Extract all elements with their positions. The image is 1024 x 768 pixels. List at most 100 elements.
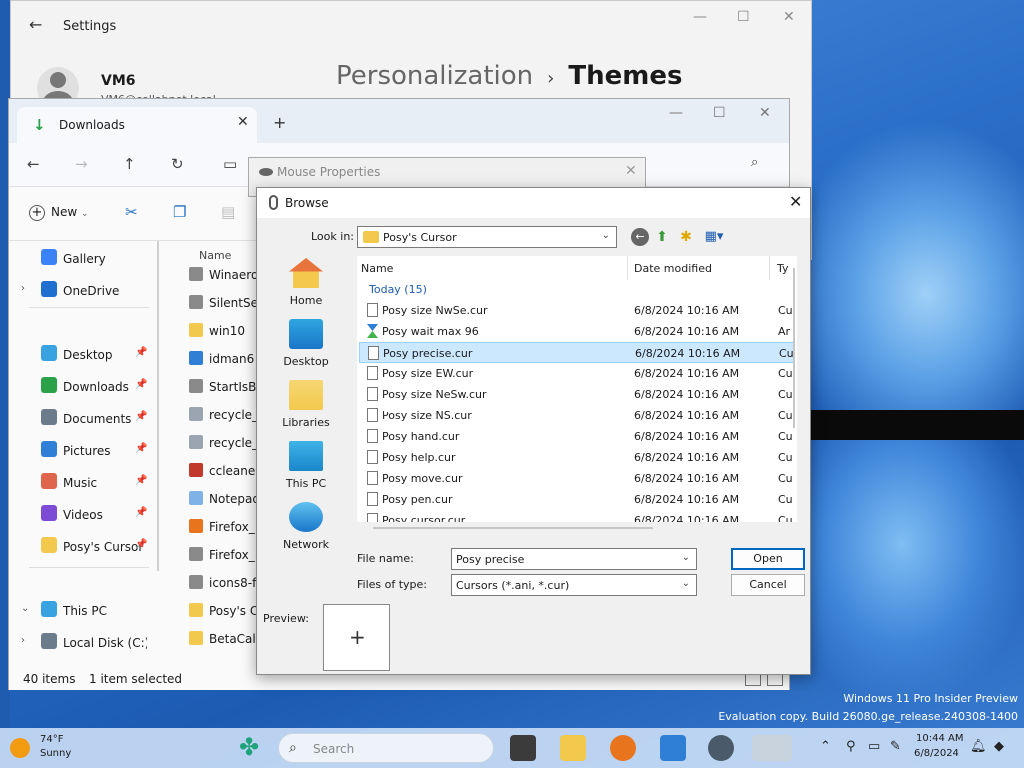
notification-bell-icon[interactable]: 🔔︎ bbox=[970, 739, 987, 754]
place-network[interactable]: Network bbox=[265, 500, 347, 560]
clock-time[interactable]: 10:44 AM bbox=[916, 733, 963, 744]
weather-temperature[interactable]: 74°F bbox=[40, 734, 63, 745]
new-button[interactable]: + New ⌄ bbox=[29, 205, 89, 221]
file-row[interactable]: Posy size EW.cur 6/8/2024 10:16 AM Cu bbox=[359, 363, 795, 384]
back-arrow-icon[interactable]: ← bbox=[631, 228, 649, 246]
up-folder-icon[interactable]: ⬆ bbox=[653, 228, 671, 246]
up-icon[interactable]: ↑ bbox=[123, 155, 136, 173]
copilot-icon[interactable]: ◆ bbox=[994, 739, 1004, 754]
file-row[interactable]: Posy size NwSe.cur 6/8/2024 10:16 AM Cu bbox=[359, 300, 795, 321]
horizontal-scrollbar[interactable] bbox=[373, 527, 653, 529]
paint-icon[interactable] bbox=[660, 735, 686, 761]
new-folder-icon[interactable]: ✱ bbox=[677, 228, 695, 246]
file-row[interactable]: Posy help.cur 6/8/2024 10:16 AM Cu bbox=[359, 447, 795, 468]
chevron-icon[interactable]: ⌄ bbox=[21, 603, 29, 614]
browse-dialog: Browse ✕ Look in: Posy's Cursor ⌄ ← ⬆ ✱ … bbox=[256, 187, 811, 675]
group-header[interactable]: Today (15) bbox=[369, 283, 427, 296]
sidebar-item[interactable]: Posy's Cursor 📌 bbox=[9, 533, 164, 561]
display-icon[interactable]: ▭ bbox=[868, 739, 880, 754]
minimize-icon[interactable]: — bbox=[693, 9, 707, 25]
refresh-icon[interactable]: ↻ bbox=[171, 155, 184, 173]
monitor-icon[interactable]: ▭ bbox=[223, 155, 237, 173]
new-tab-icon[interactable]: + bbox=[273, 113, 286, 132]
open-button[interactable]: Open bbox=[731, 548, 805, 570]
files-of-type-select[interactable]: Cursors (*.ani, *.cur) ⌄ bbox=[451, 574, 697, 596]
sidebar-item[interactable]: › Local Disk (C:) bbox=[9, 629, 164, 657]
place-libraries[interactable]: Libraries bbox=[265, 378, 347, 438]
close-icon[interactable]: ✕ bbox=[789, 192, 802, 211]
chevron-down-icon[interactable]: ⌄ bbox=[682, 552, 690, 563]
mouse-properties-taskbar-icon[interactable] bbox=[752, 735, 792, 761]
search-icon[interactable]: ⌕ bbox=[751, 155, 758, 170]
sidebar-item[interactable]: ⌄ This PC bbox=[9, 597, 164, 625]
weather-condition[interactable]: Sunny bbox=[40, 748, 71, 759]
clock-date[interactable]: 6/8/2024 bbox=[914, 748, 959, 759]
file-row[interactable]: Posy size NeSw.cur 6/8/2024 10:16 AM Cu bbox=[359, 384, 795, 405]
breadcrumb-parent[interactable]: Personalization bbox=[336, 61, 533, 91]
close-tab-icon[interactable]: ✕ bbox=[237, 114, 249, 130]
sidebar-item[interactable]: Downloads 📌 bbox=[9, 373, 164, 401]
date-column-header[interactable]: Date modified bbox=[634, 262, 712, 275]
chevron-icon[interactable]: › bbox=[21, 635, 25, 646]
sidebar-item[interactable]: Desktop 📌 bbox=[9, 341, 164, 369]
name-column-header[interactable]: Name bbox=[199, 249, 231, 262]
minimize-icon[interactable]: — bbox=[669, 105, 683, 121]
file-row[interactable]: Posy move.cur 6/8/2024 10:16 AM Cu bbox=[359, 468, 795, 489]
cut-icon[interactable]: ✂ bbox=[125, 203, 138, 221]
file-explorer-icon[interactable] bbox=[560, 735, 586, 761]
place-home[interactable]: Home bbox=[265, 256, 347, 316]
look-in-dropdown[interactable]: Posy's Cursor ⌄ bbox=[357, 226, 617, 248]
task-view-icon[interactable] bbox=[510, 735, 536, 761]
file-row[interactable]: Posy precise.cur 6/8/2024 10:16 AM Cu bbox=[359, 342, 795, 363]
file-icon bbox=[189, 407, 203, 421]
firefox-icon[interactable] bbox=[610, 735, 636, 761]
cancel-button[interactable]: Cancel bbox=[731, 574, 805, 596]
back-arrow-icon[interactable]: ← bbox=[29, 15, 42, 34]
file-row[interactable]: Posy pen.cur 6/8/2024 10:16 AM Cu bbox=[359, 489, 795, 510]
pen-icon[interactable]: ✎ bbox=[890, 739, 901, 754]
vertical-scrollbar[interactable] bbox=[793, 268, 795, 428]
folder-icon bbox=[41, 281, 57, 297]
maximize-icon[interactable]: ☐ bbox=[737, 9, 750, 25]
sidebar-item[interactable]: Music 📌 bbox=[9, 469, 164, 497]
close-icon[interactable]: ✕ bbox=[783, 9, 795, 25]
close-icon[interactable]: ✕ bbox=[625, 163, 637, 179]
sidebar-item[interactable]: Pictures 📌 bbox=[9, 437, 164, 465]
copy-icon[interactable]: ❐ bbox=[173, 203, 186, 221]
network-icon[interactable]: ⚲ bbox=[846, 739, 856, 754]
tab-downloads[interactable]: ↓ Downloads ✕ bbox=[17, 107, 257, 143]
name-column-header[interactable]: Name bbox=[361, 262, 393, 275]
file-row[interactable]: Posy size NS.cur 6/8/2024 10:16 AM Cu bbox=[359, 405, 795, 426]
file-row[interactable]: Posy hand.cur 6/8/2024 10:16 AM Cu bbox=[359, 426, 795, 447]
file-name-input[interactable]: Posy precise ⌄ bbox=[451, 548, 697, 570]
close-icon[interactable]: ✕ bbox=[759, 105, 771, 121]
file-row[interactable]: Posy wait max 96 6/8/2024 10:16 AM Ar bbox=[359, 321, 795, 342]
sidebar-item[interactable]: › OneDrive bbox=[9, 277, 164, 305]
chevron-up-icon[interactable]: ⌃ bbox=[820, 739, 831, 754]
file-icon bbox=[189, 603, 203, 617]
sidebar-scrollbar[interactable] bbox=[157, 241, 159, 571]
column-separator[interactable] bbox=[627, 256, 628, 280]
place-this-pc[interactable]: This PC bbox=[265, 439, 347, 499]
pin-icon: 📌 bbox=[135, 443, 148, 454]
file-row[interactable]: Posy cursor.cur 6/8/2024 10:16 AM Cu bbox=[359, 510, 795, 522]
view-menu-icon[interactable]: ▦▾ bbox=[701, 228, 727, 246]
settings-gear-icon[interactable] bbox=[708, 735, 734, 761]
back-icon[interactable]: ← bbox=[27, 155, 40, 173]
type-column-header[interactable]: Ty bbox=[777, 262, 789, 275]
forward-icon[interactable]: → bbox=[75, 155, 88, 173]
sidebar-item[interactable]: Gallery bbox=[9, 245, 164, 273]
column-separator[interactable] bbox=[769, 256, 770, 280]
sidebar-item[interactable]: Videos 📌 bbox=[9, 501, 164, 529]
chevron-icon[interactable]: › bbox=[21, 283, 25, 294]
sun-icon[interactable] bbox=[10, 738, 30, 758]
sidebar-item[interactable]: Documents 📌 bbox=[9, 405, 164, 433]
file-name: SilentSe bbox=[209, 296, 258, 310]
paste-icon[interactable]: ▤ bbox=[221, 203, 235, 221]
place-icon bbox=[289, 319, 323, 349]
taskbar-search[interactable]: ⌕ Search bbox=[278, 733, 494, 763]
widgets-icon[interactable]: ✤ bbox=[236, 735, 262, 761]
maximize-icon[interactable]: ☐ bbox=[713, 105, 726, 121]
place-desktop[interactable]: Desktop bbox=[265, 317, 347, 377]
mouse-icon bbox=[259, 168, 273, 176]
